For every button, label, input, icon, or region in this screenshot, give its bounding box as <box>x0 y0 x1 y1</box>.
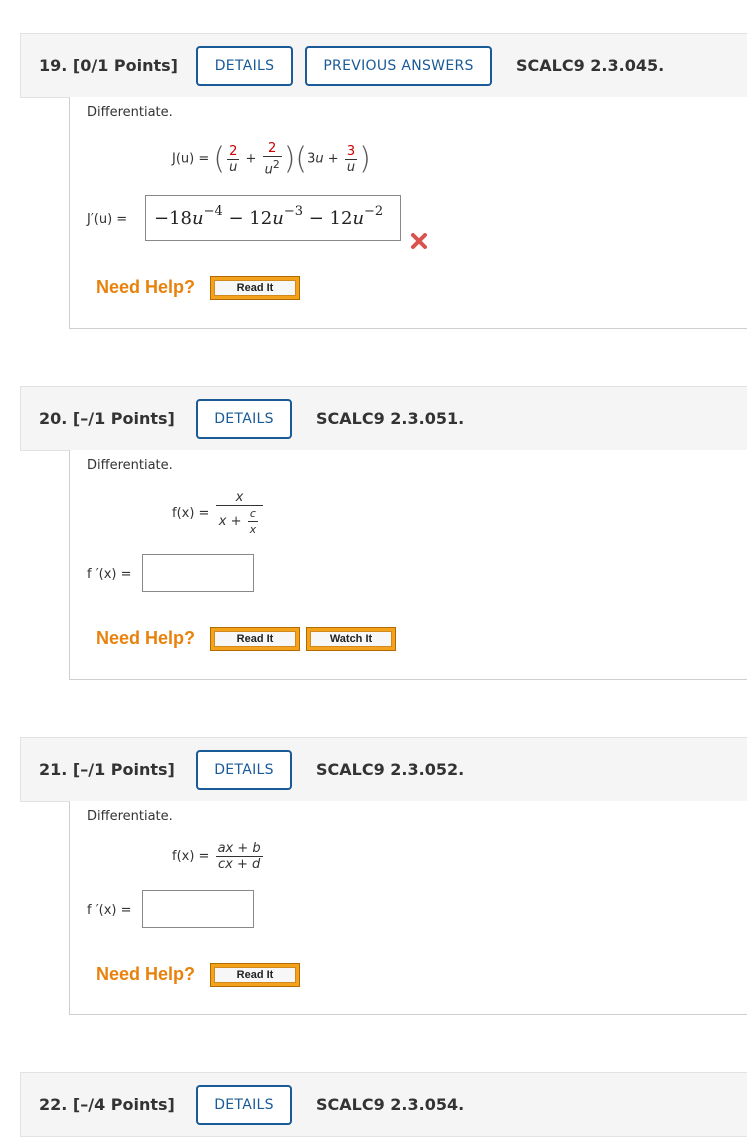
need-help-label: Need Help? <box>96 628 196 648</box>
question-22-header: 22. [–/4 Points] DETAILS SCALC9 2.3.054. <box>20 1072 747 1137</box>
read-it-button[interactable]: Read It <box>210 276 300 300</box>
function-definition: J(u) = (2 u + 2 u2)(3u + 3 u) <box>172 141 371 178</box>
question-prompt: Differentiate. <box>87 105 173 120</box>
answer-input[interactable]: −18u−4 − 12u−3 − 12u−2 <box>145 195 401 241</box>
question-prompt: Differentiate. <box>87 809 173 824</box>
function-definition: f(x) = x x + cx <box>172 490 265 537</box>
question-number: 19. [0/1 Points] <box>39 56 178 75</box>
details-button[interactable]: DETAILS <box>196 1085 292 1125</box>
details-button[interactable]: DETAILS <box>196 750 292 790</box>
read-it-button[interactable]: Read It <box>210 627 300 651</box>
question-21-body: Differentiate. f(x) = ax + b cx + d f ′(… <box>69 801 747 1015</box>
answer-input[interactable] <box>142 554 254 592</box>
details-button[interactable]: DETAILS <box>196 399 292 439</box>
details-button[interactable]: DETAILS <box>196 46 293 86</box>
question-19-body: Differentiate. J(u) = (2 u + 2 u2)(3u + 3u… <box>69 97 747 329</box>
function-definition: f(x) = ax + b cx + d <box>172 841 263 872</box>
watch-it-button[interactable]: Watch It <box>306 627 396 651</box>
need-help-label: Need Help? <box>96 964 196 984</box>
question-prompt: Differentiate. <box>87 458 173 473</box>
previous-answers-button[interactable]: PREVIOUS ANSWERS <box>305 46 492 86</box>
question-number: 20. [–/1 Points] <box>39 409 175 428</box>
derivative-label: f ′(x) = <box>87 903 132 918</box>
derivative-label: J′(u) = <box>87 212 128 227</box>
question-number: 22. [–/4 Points] <box>39 1095 175 1114</box>
question-code: SCALC9 2.3.054. <box>316 1095 465 1114</box>
derivative-label: f ′(x) = <box>87 567 132 582</box>
question-19-header: 19. [0/1 Points] DETAILS PREVIOUS ANSWER… <box>20 33 747 98</box>
answer-value: −18u−4 − 12u−3 − 12u−2 <box>154 204 384 229</box>
answer-input[interactable] <box>142 890 254 928</box>
question-20-header: 20. [–/1 Points] DETAILS SCALC9 2.3.051. <box>20 386 747 451</box>
question-code: SCALC9 2.3.052. <box>316 760 465 779</box>
question-number: 21. [–/1 Points] <box>39 760 175 779</box>
need-help-label: Need Help? <box>96 277 196 297</box>
question-20-body: Differentiate. f(x) = x x + cx f ′(x) = … <box>69 450 747 680</box>
question-code: SCALC9 2.3.045. <box>516 56 665 75</box>
read-it-button[interactable]: Read It <box>210 963 300 987</box>
x-mark-icon <box>411 233 427 249</box>
question-21-header: 21. [–/1 Points] DETAILS SCALC9 2.3.052. <box>20 737 747 802</box>
question-code: SCALC9 2.3.051. <box>316 409 465 428</box>
